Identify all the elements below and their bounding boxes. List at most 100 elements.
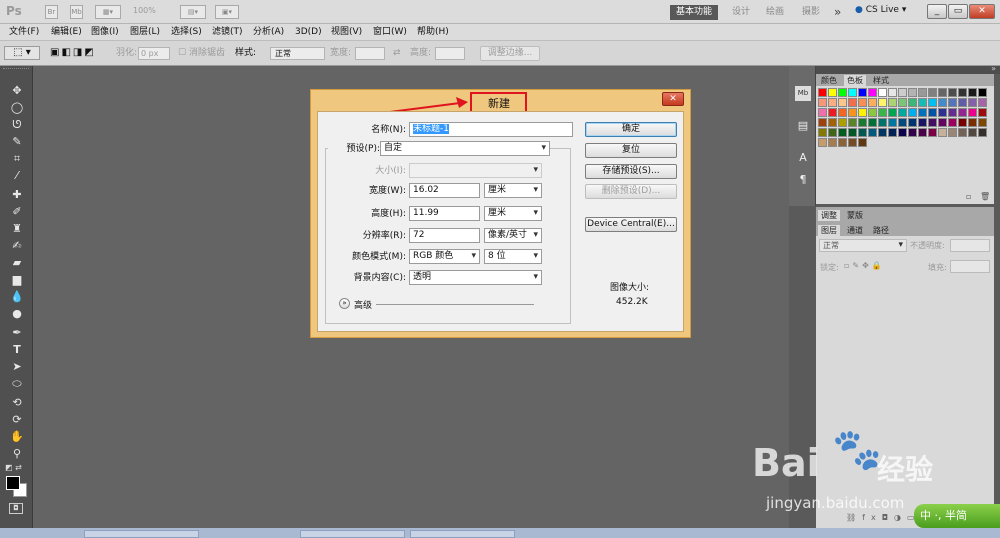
ime-indicator[interactable]: 中 ·, 半简 — [914, 504, 1000, 528]
swatch[interactable] — [928, 118, 937, 127]
swatch[interactable] — [848, 128, 857, 137]
swatch[interactable] — [918, 128, 927, 137]
menu-select[interactable]: 选择(S) — [171, 26, 202, 39]
swatch[interactable] — [838, 118, 847, 127]
delete-preset-button[interactable]: 删除预设(D)... — [585, 184, 677, 199]
swatch[interactable] — [878, 128, 887, 137]
swatch[interactable] — [918, 118, 927, 127]
path-select-tool-icon[interactable]: ➤ — [8, 360, 26, 374]
menu-3d[interactable]: 3D(D) — [295, 26, 322, 39]
swatch[interactable] — [858, 128, 867, 137]
name-input[interactable]: 未标题-1 — [409, 122, 573, 137]
swatch[interactable] — [828, 138, 837, 147]
width-input[interactable] — [355, 47, 385, 60]
swatch[interactable] — [818, 98, 827, 107]
advanced-label[interactable]: 高级 — [354, 298, 372, 311]
workspace-photography[interactable]: 摄影 — [802, 5, 820, 20]
menu-filter[interactable]: 滤镜(T) — [212, 26, 243, 39]
arrange-docs-icon[interactable]: ▤▾ — [180, 5, 206, 19]
swatch[interactable] — [858, 108, 867, 117]
screen-mode-icon[interactable]: ▣▾ — [215, 5, 239, 19]
swatch[interactable] — [938, 128, 947, 137]
swatch[interactable] — [828, 128, 837, 137]
menu-help[interactable]: 帮助(H) — [417, 26, 449, 39]
gradient-tool-icon[interactable]: ▆ — [8, 273, 26, 287]
workspace-painting[interactable]: 绘画 — [766, 5, 784, 20]
clone-stamp-tool-icon[interactable]: ♜ — [8, 222, 26, 236]
swatch[interactable] — [898, 128, 907, 137]
new-swatch-icon[interactable]: ▫ — [966, 192, 971, 201]
zoom-tool-icon[interactable]: ⚲ — [8, 447, 26, 461]
swatch[interactable] — [838, 108, 847, 117]
swatch[interactable] — [908, 118, 917, 127]
swatch[interactable] — [978, 98, 987, 107]
menu-view[interactable]: 视图(V) — [331, 26, 362, 39]
tab-swatches[interactable]: 色板 — [844, 75, 866, 86]
taskbar-item[interactable] — [84, 530, 199, 538]
refine-edge-button[interactable]: 调整边缘... — [480, 46, 540, 61]
menu-window[interactable]: 窗口(W) — [373, 26, 407, 39]
resolution-unit-select[interactable]: 像素/英寸 — [484, 228, 542, 243]
ok-button[interactable]: 确定 — [585, 122, 677, 137]
taskbar-item[interactable] — [300, 530, 405, 538]
menu-edit[interactable]: 编辑(E) — [51, 26, 82, 39]
swatch[interactable] — [958, 108, 967, 117]
swatch[interactable] — [938, 118, 947, 127]
swatch[interactable] — [848, 118, 857, 127]
swatch[interactable] — [888, 118, 897, 127]
opacity-input[interactable] — [950, 239, 990, 252]
swatch[interactable] — [978, 128, 987, 137]
tab-masks[interactable]: 蒙版 — [844, 210, 866, 221]
shape-tool-icon[interactable]: ⬭ — [8, 377, 26, 391]
dodge-tool-icon[interactable]: ● — [8, 307, 26, 321]
swatch[interactable] — [828, 108, 837, 117]
swatch[interactable] — [968, 98, 977, 107]
tab-channels[interactable]: 通道 — [844, 225, 866, 236]
default-colors-icon[interactable]: ◩ ⇄ — [5, 463, 22, 472]
swatch[interactable] — [888, 98, 897, 107]
collapse-panels-icon[interactable]: » — [991, 64, 996, 73]
pen-tool-icon[interactable]: ✒ — [8, 326, 26, 340]
taskbar-item[interactable] — [410, 530, 515, 538]
swatch[interactable] — [978, 118, 987, 127]
minibridge-panel-icon[interactable]: Mb — [795, 86, 811, 101]
restore-button[interactable]: ▭ — [948, 4, 968, 19]
device-central-button[interactable]: Device Central(E)... — [585, 217, 677, 232]
swatch[interactable] — [918, 108, 927, 117]
swatch[interactable] — [858, 138, 867, 147]
swatch[interactable] — [858, 88, 867, 97]
swatch[interactable] — [908, 128, 917, 137]
minimize-button[interactable]: _ — [927, 4, 947, 19]
swatch[interactable] — [898, 108, 907, 117]
view-extras-icon[interactable]: ▦▾ — [95, 5, 121, 19]
swatch[interactable] — [958, 98, 967, 107]
swatch[interactable] — [908, 98, 917, 107]
swatch[interactable] — [948, 98, 957, 107]
swatch[interactable] — [818, 108, 827, 117]
swatch[interactable] — [968, 88, 977, 97]
swatch[interactable] — [928, 128, 937, 137]
eyedropper-tool-icon[interactable]: ⁄ — [8, 169, 26, 183]
tool-preset-picker[interactable]: ⬚ ▾ — [4, 46, 40, 60]
more-workspaces-icon[interactable]: » — [834, 5, 841, 20]
swatch[interactable] — [948, 128, 957, 137]
swatch[interactable] — [838, 138, 847, 147]
resolution-input[interactable]: 72 — [409, 228, 480, 243]
size-select[interactable] — [409, 163, 542, 178]
minibridge-icon[interactable]: Mb — [70, 5, 83, 19]
swatch[interactable] — [898, 118, 907, 127]
tab-adjustments[interactable]: 调整 — [818, 210, 840, 221]
swatch[interactable] — [948, 108, 957, 117]
swatch[interactable] — [908, 88, 917, 97]
swatch[interactable] — [818, 128, 827, 137]
height-unit-select[interactable]: 厘米 — [484, 206, 542, 221]
height-input[interactable]: 11.99 — [409, 206, 480, 221]
swatch[interactable] — [978, 88, 987, 97]
swatch[interactable] — [898, 98, 907, 107]
swatch[interactable] — [938, 98, 947, 107]
bit-depth-select[interactable]: 8 位 — [484, 249, 542, 264]
swatch[interactable] — [978, 108, 987, 117]
delete-swatch-icon[interactable]: 🗑 — [980, 192, 990, 201]
swatch[interactable] — [878, 88, 887, 97]
swatch[interactable] — [908, 108, 917, 117]
